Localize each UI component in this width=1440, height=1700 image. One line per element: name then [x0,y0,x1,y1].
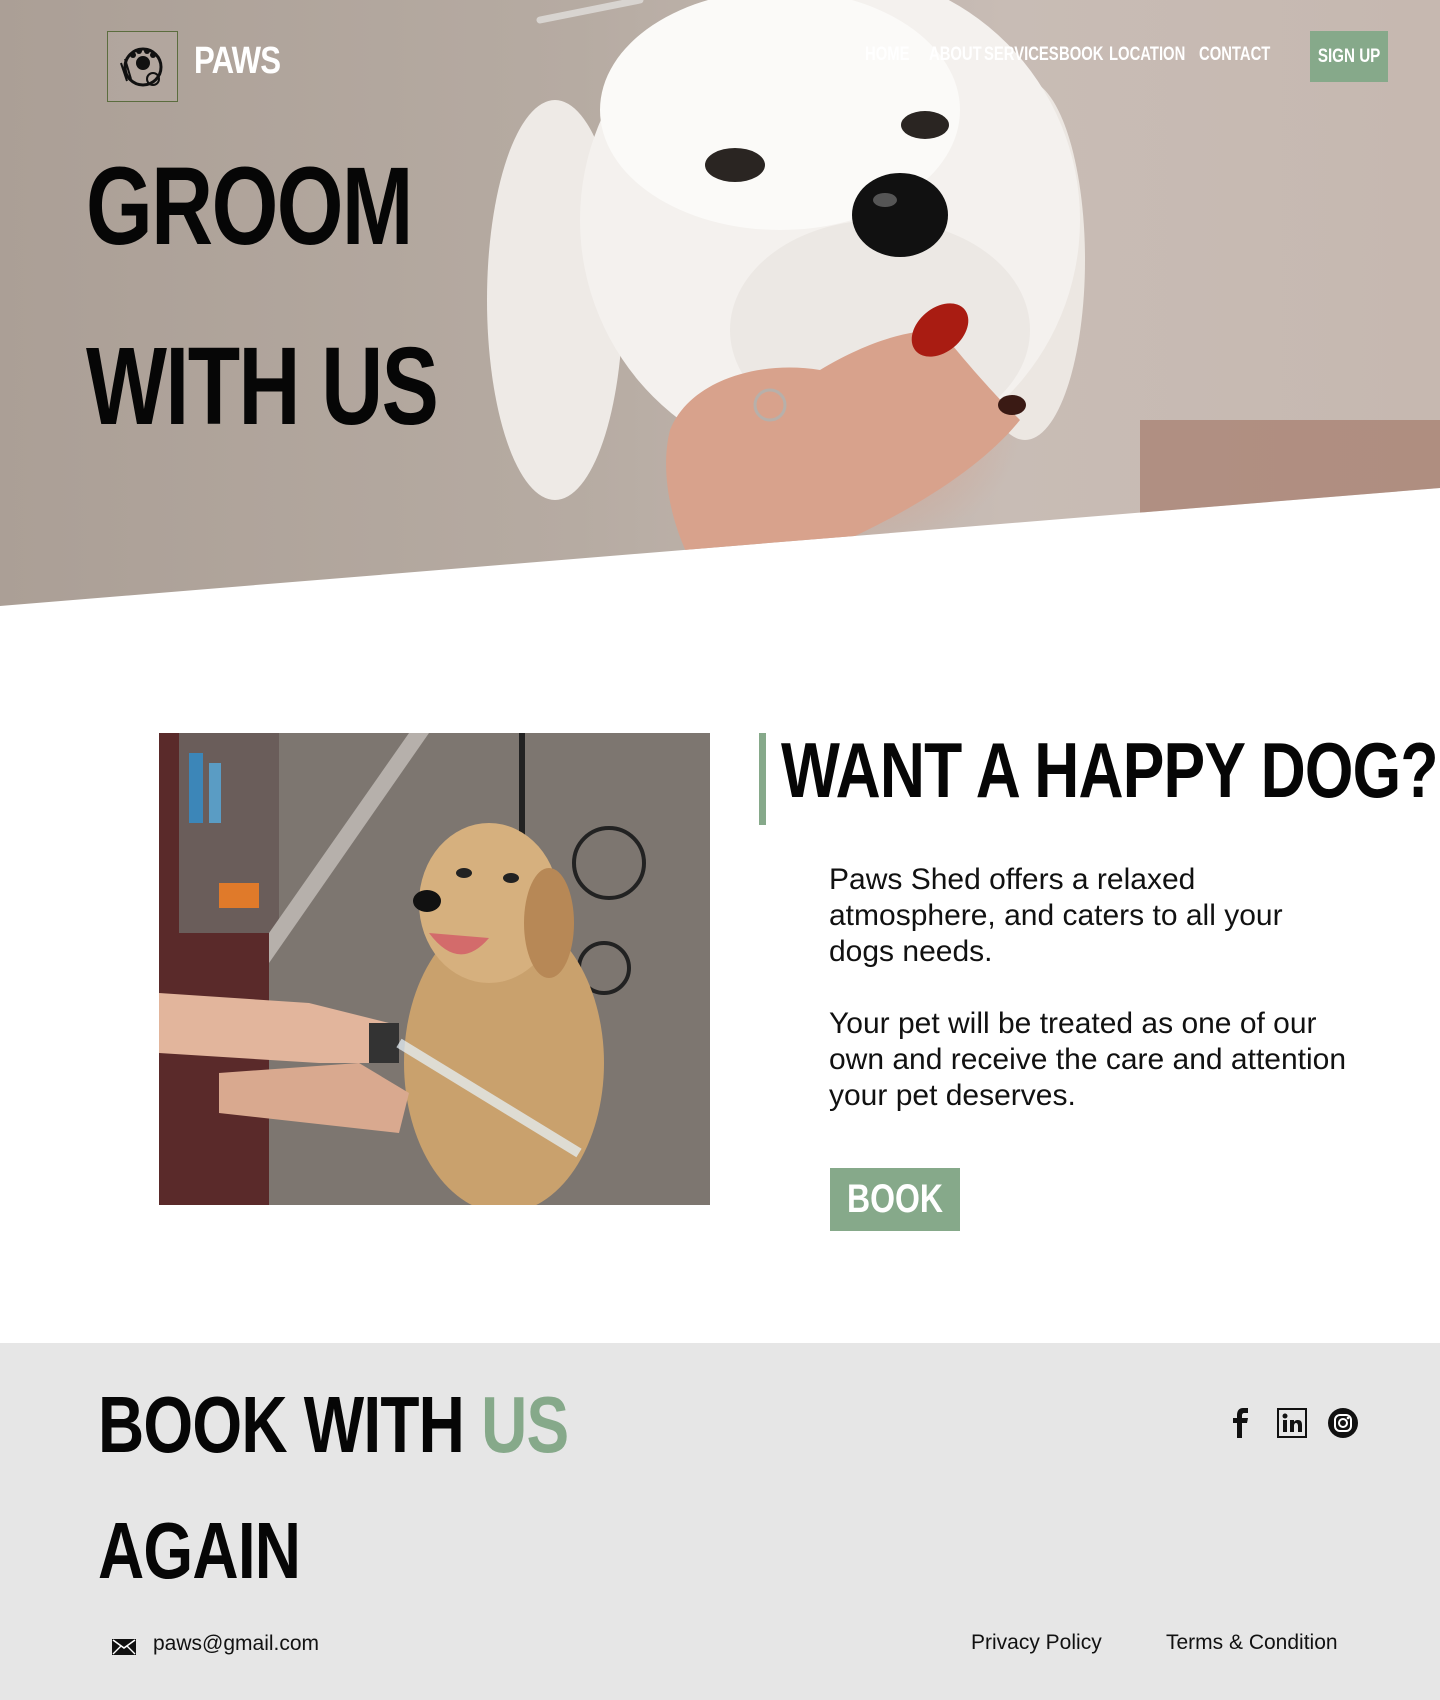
book-button-label: BOOK [847,1177,943,1221]
footer-title-line2: AGAIN [98,1506,301,1595]
nav-item-services[interactable]: SERVICES [984,44,1059,66]
sign-up-label: SIGN UP [1317,45,1381,67]
nav-item-book[interactable]: BOOK [1059,44,1103,66]
hero-title-line2: WITH US [86,325,439,448]
facebook-icon[interactable] [1224,1406,1258,1440]
footer-title-accent: US [481,1380,569,1469]
linkedin-icon[interactable] [1275,1406,1309,1440]
hero-section: PAWS HOME ABOUT SERVICES BOOK LOCATION C… [0,0,1440,606]
footer-title-part1: BOOK WITH [98,1380,482,1469]
privacy-policy-link[interactable]: Privacy Policy [971,1631,1102,1655]
footer-title-line1: BOOK WITH US [98,1385,569,1465]
email-icon [112,1639,136,1655]
terms-condition-link[interactable]: Terms & Condition [1166,1631,1338,1655]
email-link[interactable]: paws@gmail.com [153,1632,319,1656]
sign-up-button[interactable]: SIGN UP [1310,31,1388,82]
about-paragraph-2: Your pet will be treated as one of our o… [829,1007,1347,1112]
nav-item-location[interactable]: LOCATION [1109,44,1185,66]
brand-name[interactable]: PAWS [194,40,281,83]
nav-item-about[interactable]: ABOUT [929,44,982,66]
book-button[interactable]: BOOK [830,1168,960,1231]
nav-item-contact[interactable]: CONTACT [1199,44,1270,66]
golden-retriever-bath-photo [159,733,710,1205]
dog-paw-logo-icon [119,47,162,86]
hero-dog-photo [487,0,1440,606]
title-accent-bar [759,733,766,825]
logo[interactable] [107,31,178,102]
instagram-icon[interactable] [1326,1406,1360,1440]
nav-item-home[interactable]: HOME [865,44,909,66]
about-title: WANT A HAPPY DOG? [781,726,1438,814]
hero-title-line1: GROOM [86,145,413,268]
about-paragraph-1: Paws Shed offers a relaxed atmosphere, a… [829,863,1283,968]
